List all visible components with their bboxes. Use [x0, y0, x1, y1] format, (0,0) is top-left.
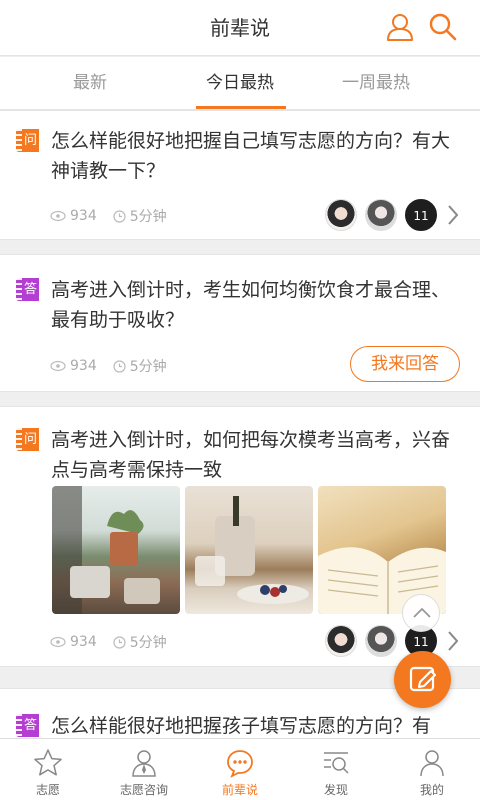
post-time: 5分钟	[129, 359, 167, 375]
question-text[interactable]: 高考进入倒计时，考生如何均衡饮食才最合理、最有助于吸收？	[51, 275, 464, 335]
eye-icon	[50, 360, 66, 372]
post-time: 5分钟	[129, 635, 167, 651]
post-meta: 934 5分钟	[50, 206, 167, 226]
post-meta: 934 5分钟	[50, 356, 167, 376]
post-image[interactable]	[185, 486, 313, 614]
eye-icon	[50, 210, 66, 222]
question-card[interactable]: 问 怎么样能很好地把握自己填写志愿的方向？有大神请教一下？ 934 5分钟 11	[0, 110, 480, 240]
scroll-to-top-button[interactable]	[402, 594, 440, 632]
answer-tag: 答	[16, 714, 39, 737]
compose-button[interactable]	[394, 651, 451, 708]
avatar	[325, 199, 357, 231]
bottom-nav: 志愿 志愿咨询 前辈说 发现 我的	[0, 738, 480, 800]
post-image[interactable]	[52, 486, 180, 614]
view-count: 934	[70, 208, 97, 224]
eye-icon	[50, 636, 66, 648]
tab-latest[interactable]: 最新	[10, 57, 170, 110]
user-icon[interactable]	[385, 12, 415, 42]
answer-button[interactable]: 我来回答	[350, 346, 460, 382]
avatar	[325, 625, 357, 657]
chevron-up-icon	[413, 607, 431, 618]
post-meta: 934 5分钟	[50, 632, 167, 652]
question-text[interactable]: 怎么样能很好地把握孩子填写志愿的方向？有	[51, 711, 464, 741]
nav-item-volunteer[interactable]: 志愿	[0, 739, 96, 800]
nav-item-seniors-say[interactable]: 前辈说	[192, 739, 288, 800]
clock-icon	[113, 359, 126, 373]
discover-icon	[324, 752, 349, 774]
answerer-avatars[interactable]: 11	[317, 199, 437, 231]
question-tag: 问	[16, 428, 39, 451]
answer-tag: 答	[16, 278, 39, 301]
clock-icon	[113, 635, 126, 649]
question-tag: 问	[16, 129, 39, 152]
chevron-right-icon[interactable]	[446, 204, 460, 226]
answer-card[interactable]: 答 高考进入倒计时，考生如何均衡饮食才最合理、最有助于吸收？ 934 5分钟 我…	[0, 254, 480, 392]
nav-label: 志愿	[35, 783, 60, 797]
nav-item-mine[interactable]: 我的	[384, 739, 480, 800]
tab-week-hot[interactable]: 一周最热	[296, 57, 456, 110]
avatar	[365, 625, 397, 657]
post-time: 5分钟	[129, 209, 167, 225]
active-tab-indicator	[196, 106, 286, 109]
star-icon	[34, 749, 62, 776]
clock-icon	[113, 209, 126, 223]
nav-label: 志愿咨询	[119, 783, 168, 797]
chevron-right-icon[interactable]	[446, 630, 460, 652]
question-text[interactable]: 高考进入倒计时，如何把每次模考当高考，兴奋点与高考需保持一致	[51, 425, 464, 485]
nav-label: 我的	[419, 783, 444, 797]
answer-count-avatar: 11	[405, 199, 437, 231]
nav-item-discover[interactable]: 发现	[288, 739, 384, 800]
question-text[interactable]: 怎么样能很好地把握自己填写志愿的方向？有大神请教一下？	[51, 126, 464, 186]
edit-icon	[409, 666, 436, 692]
person-icon	[132, 750, 156, 777]
nav-item-consult[interactable]: 志愿咨询	[96, 739, 192, 800]
avatar	[365, 199, 397, 231]
view-count: 934	[70, 634, 97, 650]
profile-icon	[420, 750, 444, 777]
chat-bubble-icon	[227, 750, 253, 778]
tab-bar: 最新 今日最热 一周最热	[0, 57, 480, 110]
search-icon[interactable]	[428, 12, 458, 42]
nav-label: 前辈说	[221, 783, 258, 797]
view-count: 934	[70, 358, 97, 374]
top-bar: 前辈说	[0, 0, 480, 56]
nav-label: 发现	[323, 783, 348, 797]
